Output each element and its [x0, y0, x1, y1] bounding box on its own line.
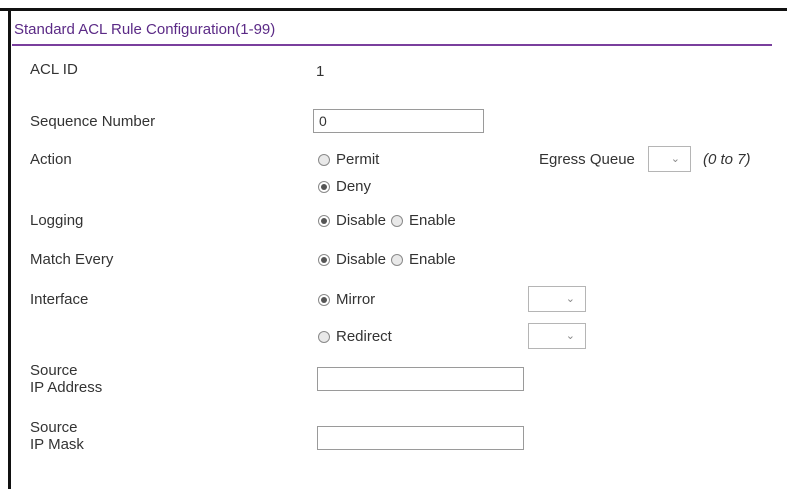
radio-checked-icon: [318, 214, 330, 227]
logging-label: Logging: [30, 212, 84, 229]
radio-checked-icon: [318, 293, 330, 306]
frame-top-border: [0, 8, 787, 11]
frame-left-border: [8, 8, 11, 489]
source-ip-address-input[interactable]: [317, 367, 524, 391]
radio-checked-icon: [318, 180, 330, 193]
chevron-down-icon: ⌄: [565, 293, 575, 305]
radio-checked-icon: [318, 253, 330, 266]
match-every-label: Match Every: [30, 251, 114, 268]
action-deny-radio[interactable]: Deny: [318, 178, 371, 195]
interface-mirror-radio[interactable]: Mirror: [318, 291, 375, 308]
match-every-enable-radio[interactable]: Enable: [391, 251, 456, 268]
panel-title: Standard ACL Rule Configuration(1-99): [12, 14, 772, 46]
match-every-enable-label: Enable: [409, 251, 456, 268]
logging-enable-radio[interactable]: Enable: [391, 212, 456, 229]
chevron-down-icon: ⌄: [670, 153, 680, 165]
source-ip-mask-input[interactable]: [317, 426, 524, 450]
acl-id-value: 1: [316, 63, 325, 80]
interface-mirror-label: Mirror: [336, 291, 376, 308]
radio-unchecked-icon: [318, 330, 330, 343]
sequence-number-input[interactable]: [313, 109, 484, 133]
egress-queue-label: Egress Queue: [539, 151, 635, 168]
radio-unchecked-icon: [391, 214, 404, 227]
acl-id-label: ACL ID: [30, 61, 78, 78]
source-ip-address-label-line1: Source: [30, 362, 78, 379]
mirror-interface-select[interactable]: ⌄: [528, 286, 586, 312]
match-every-disable-label: Disable: [336, 251, 387, 268]
redirect-interface-select[interactable]: ⌄: [528, 323, 586, 349]
source-ip-address-label-line2: IP Address: [30, 379, 103, 396]
action-permit-label: Permit: [336, 151, 380, 168]
interface-label: Interface: [30, 291, 89, 308]
egress-queue-range-hint: (0 to 7): [703, 151, 751, 168]
logging-disable-radio[interactable]: Disable: [318, 212, 386, 229]
match-every-disable-radio[interactable]: Disable: [318, 251, 386, 268]
action-permit-radio[interactable]: Permit: [318, 151, 379, 168]
logging-radio-group: Disable Enable: [318, 212, 456, 229]
chevron-down-icon: ⌄: [565, 330, 575, 342]
interface-redirect-label: Redirect: [336, 328, 392, 345]
source-ip-address-label: Source IP Address: [30, 362, 102, 396]
action-deny-label: Deny: [336, 178, 372, 195]
action-label: Action: [30, 151, 72, 168]
radio-unchecked-icon: [318, 153, 330, 166]
logging-disable-label: Disable: [336, 212, 387, 229]
source-ip-mask-label: Source IP Mask: [30, 419, 84, 453]
egress-queue-select[interactable]: ⌄: [648, 146, 691, 172]
logging-enable-label: Enable: [409, 212, 456, 229]
radio-unchecked-icon: [391, 253, 404, 266]
interface-redirect-radio[interactable]: Redirect: [318, 328, 392, 345]
sequence-number-label: Sequence Number: [30, 113, 156, 130]
match-every-radio-group: Disable Enable: [318, 251, 456, 268]
source-ip-mask-label-line1: Source: [30, 419, 78, 436]
source-ip-mask-label-line2: IP Mask: [30, 436, 84, 453]
